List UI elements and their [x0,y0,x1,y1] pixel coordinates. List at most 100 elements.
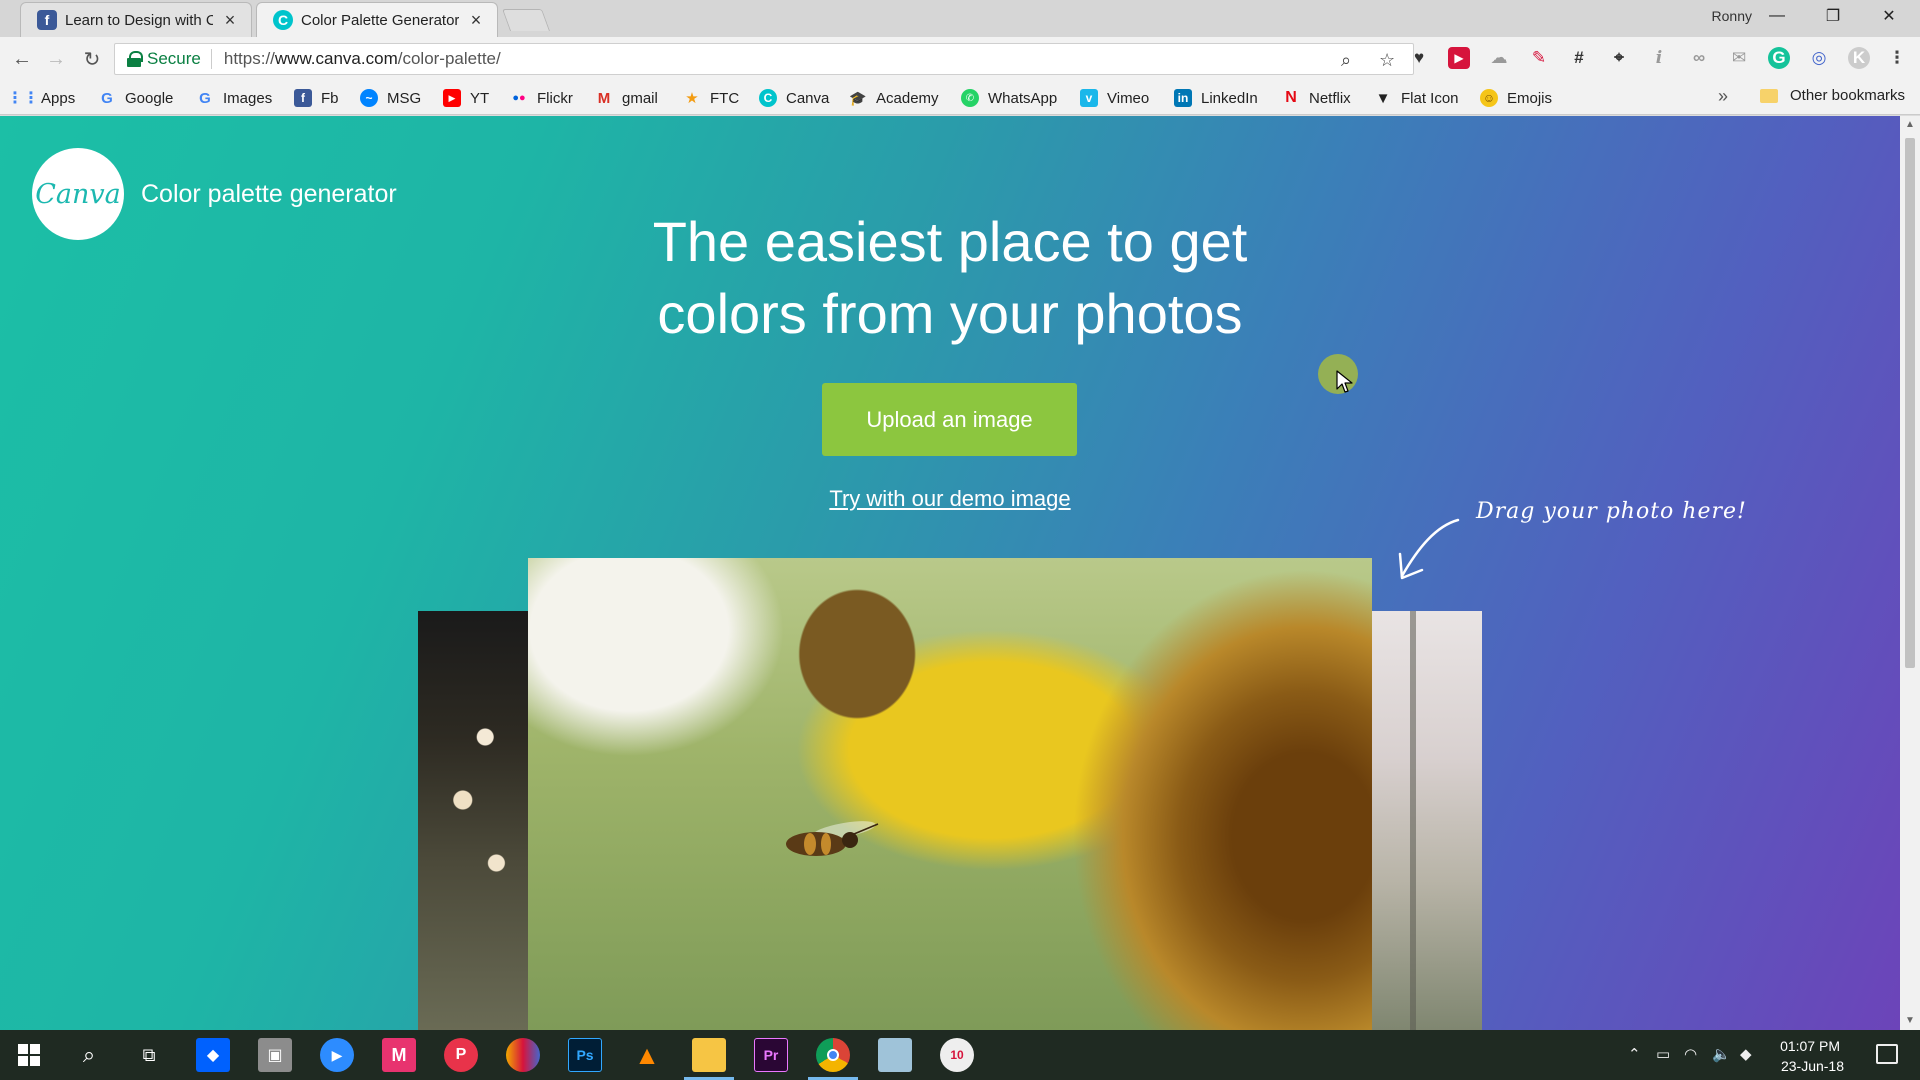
bookmark-label: MSG [387,89,422,107]
battery-icon[interactable]: ▭ [1656,1045,1670,1063]
hashtag-ext-icon[interactable]: # [1568,47,1590,69]
bookmark-label: Emojis [1507,89,1553,107]
bookmark-google[interactable]: G Google [98,87,173,109]
close-window-icon[interactable]: ✕ [1866,0,1912,32]
tab-learn-to-design[interactable]: f Learn to Design with Canva × [20,2,252,37]
zoom-magnifier-icon[interactable]: ⌕ [1341,50,1351,71]
pocket-icon[interactable]: P [444,1038,478,1072]
bookmarks-overflow-chevron-icon[interactable]: » [1718,86,1728,107]
carousel-photo-forest[interactable] [1370,611,1482,1030]
hand-drawn-arrow-icon [1398,518,1460,580]
inbox-ext-icon[interactable]: ✉ [1728,47,1750,69]
system-tray: ⌃ ▭ ◠ 🔈 ◆ 01:07 PM 23-Jun-18 [1620,1030,1920,1080]
task-view-icon[interactable]: ⧉ [132,1038,166,1072]
canva-icon: C [759,89,777,107]
reload-icon[interactable]: ↻ [78,45,106,73]
search-icon[interactable]: ⌕ [72,1038,106,1072]
bookmark-label: Flickr [537,89,573,107]
forward-arrow-icon[interactable]: → [42,45,70,73]
chrome-icon[interactable] [816,1038,850,1072]
bookmark-label: Academy [876,89,939,107]
youtube-icon: ▶ [443,89,461,107]
bookmark-images[interactable]: G Images [196,87,272,109]
scroll-up-arrow-icon[interactable]: ▲ [1900,116,1920,134]
m-app-icon[interactable]: M [382,1038,416,1072]
photoshop-icon[interactable]: Ps [568,1038,602,1072]
carousel-photo-flowers[interactable] [418,611,530,1030]
cloud-ext-icon[interactable]: ☁ [1488,47,1510,69]
bookmark-ftc[interactable]: ★ FTC [683,87,739,109]
restore-icon[interactable]: ❐ [1810,0,1856,32]
bookmark-star-icon[interactable]: ☆ [1379,50,1395,71]
page-headline: The easiest place to get colors from you… [550,206,1350,350]
bookmark-flickr[interactable]: ● ● Flickr [510,87,573,109]
drop-zone-photo-sunflower-bee[interactable] [528,558,1372,1030]
url-text[interactable]: https://www.canva.com/color-palette/ [224,49,501,69]
close-icon[interactable]: × [467,10,485,31]
bookmark-msg[interactable]: ~ MSG [360,87,421,109]
demo-image-link[interactable]: Try with our demo image [780,486,1120,512]
notepad-icon[interactable] [878,1038,912,1072]
colorful-app-icon[interactable] [506,1038,540,1072]
bookmark-fb[interactable]: f Fb [294,87,339,109]
action-center-icon[interactable] [1876,1044,1898,1064]
bookmark-whatsapp[interactable]: ✆ WhatsApp [961,87,1057,109]
notification-app-icon[interactable]: 10 [940,1038,974,1072]
canva-color-palette-page: Canva Color palette generator The easies… [0,116,1900,1030]
zoom-icon[interactable]: ▶ [320,1038,354,1072]
vlc-icon[interactable]: ▲ [630,1038,664,1072]
file-manager-icon[interactable] [692,1038,726,1072]
start-icon[interactable] [12,1038,46,1072]
other-bookmarks[interactable]: Other bookmarks [1760,87,1905,104]
clock-date[interactable]: 23-Jun-18 [1781,1058,1844,1074]
bookmark-linkedin[interactable]: in LinkedIn [1174,87,1258,109]
file-explorer-tool-icon[interactable]: ▣ [258,1038,292,1072]
bookmark-canva[interactable]: C Canva [759,87,829,109]
color-picker-ext-icon[interactable]: ✎ [1528,47,1550,69]
canva-logo[interactable]: Canva [32,148,124,240]
upload-image-button[interactable]: Upload an image [822,383,1077,456]
scroll-down-arrow-icon[interactable]: ▼ [1900,1012,1920,1030]
bookmark-gmail[interactable]: Mgmail [595,87,658,109]
close-icon[interactable]: × [221,10,239,31]
drag-photo-hint: Drag your photo here! [1476,499,1747,524]
tray-chevron-up-icon[interactable]: ⌃ [1628,1045,1641,1063]
new-tab-button[interactable] [501,9,551,31]
link-ext-icon[interactable]: ∞ [1688,47,1710,69]
scrollbar-thumb[interactable] [1905,138,1915,668]
address-bar[interactable]: Secure https://www.canva.com/color-palet… [114,43,1414,75]
windows-taskbar: ⌕ ⧉ ◆ ▣ ▶ M P Ps ▲ Pr 10 ⌃ ▭ ◠ 🔈 ◆ 01:07… [0,1030,1920,1080]
page-scrollbar[interactable]: ▲ ▼ [1900,116,1920,1030]
info-ext-icon[interactable]: i [1648,47,1670,69]
wifi-icon[interactable]: ◠ [1684,1045,1697,1063]
location-ext-icon[interactable]: ⌖ [1608,47,1630,69]
bookmark-flat-icon[interactable]: ▼ Flat Icon [1374,87,1459,109]
dropbox-icon[interactable]: ◆ [196,1038,230,1072]
flaticon-icon: ▼ [1375,89,1391,107]
gmail-icon: M [597,89,611,107]
bookmarks-bar: ⋮⋮ Apps G Google G Images f Fb ~ MSG ▶ YT ● ● Fl… [0,81,1920,115]
video-ext-icon[interactable]: ▶ [1448,47,1470,69]
glasses-ext-icon[interactable]: ◎ [1808,47,1830,69]
omnibox-divider [210,49,212,69]
dropbox-tray-icon[interactable]: ◆ [1740,1045,1752,1063]
bookmark-emojis[interactable]: ☺ Emojis [1480,87,1552,109]
premiere-icon[interactable]: Pr [754,1038,788,1072]
bookmark-netflix[interactable]: N Netflix [1282,87,1350,109]
bookmark-vimeo[interactable]: v Vimeo [1080,87,1149,109]
menu-kebab-icon[interactable]: ⋮ [1886,47,1908,69]
grammarly-ext-icon[interactable]: G [1768,47,1790,69]
bookmark-academy[interactable]: 🎓 Academy [849,87,939,109]
bee-illustration [786,821,879,856]
tab-color-palette-generator[interactable]: C Color Palette Generator × [256,2,498,37]
volume-icon[interactable]: 🔈 [1712,1045,1731,1063]
minimize-icon[interactable]: — [1754,0,1800,32]
bookmark-yt[interactable]: ▶ YT [443,87,489,109]
back-arrow-icon[interactable]: ← [8,45,36,73]
apps-grid-icon: ⋮⋮ [7,90,39,107]
k-ext-icon[interactable]: K [1848,47,1870,69]
bookmark-apps[interactable]: ⋮⋮ Apps [7,87,75,109]
clock-time[interactable]: 01:07 PM [1780,1038,1840,1054]
profile-name[interactable]: Ronny [1712,8,1752,24]
pocket-ext-icon[interactable]: ♥ [1408,47,1430,69]
